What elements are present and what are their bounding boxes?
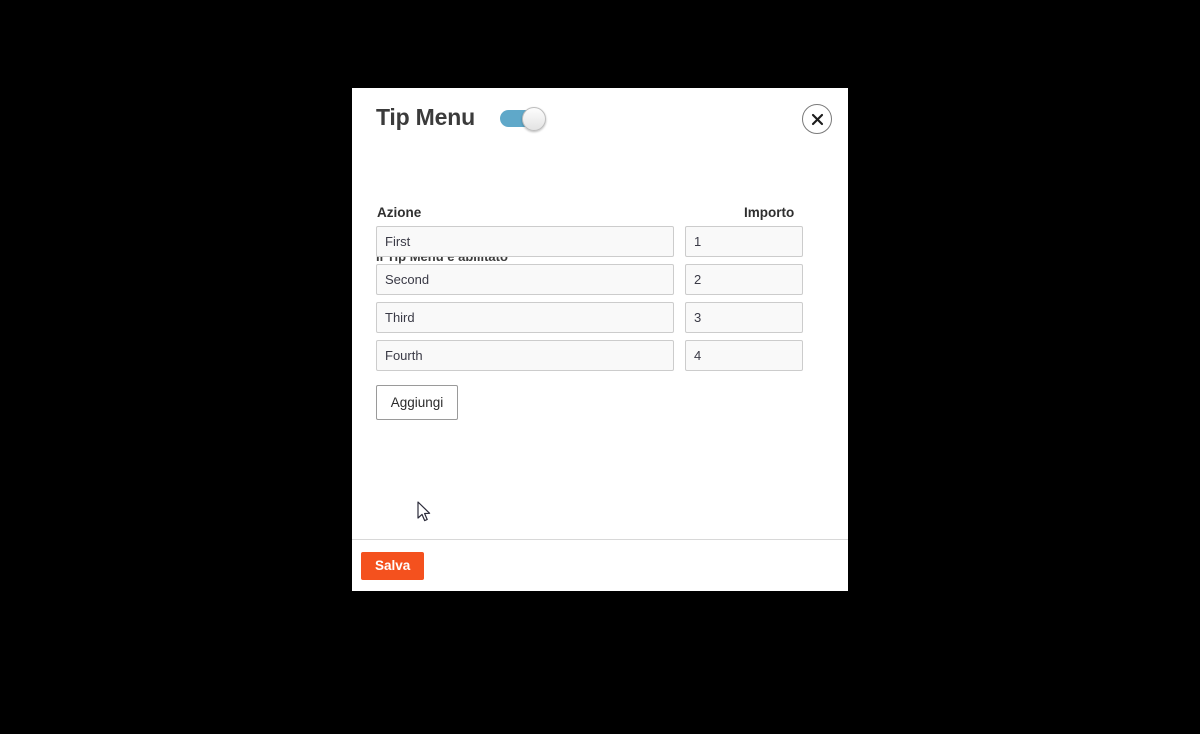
table-row bbox=[376, 302, 825, 333]
amount-input[interactable] bbox=[685, 264, 803, 295]
action-input[interactable] bbox=[376, 340, 674, 371]
cell-amount bbox=[685, 340, 803, 371]
cell-amount bbox=[685, 226, 803, 257]
tip-menu-toggle[interactable] bbox=[499, 106, 548, 131]
cell-amount bbox=[685, 302, 803, 333]
toggle-knob[interactable] bbox=[521, 106, 546, 131]
cell-action bbox=[376, 226, 674, 257]
amount-input[interactable] bbox=[685, 302, 803, 333]
table-header-row: Azione Importo bbox=[376, 205, 825, 220]
amount-input[interactable] bbox=[685, 340, 803, 371]
add-row-button[interactable]: Aggiungi bbox=[376, 385, 458, 420]
column-header-amount: Importo bbox=[744, 205, 795, 220]
action-input[interactable] bbox=[376, 264, 674, 295]
column-header-action: Azione bbox=[377, 205, 422, 220]
cell-action bbox=[376, 264, 674, 295]
close-icon bbox=[811, 113, 824, 126]
tip-actions-table: Azione Importo First 1 Second 2 Third 3 … bbox=[376, 205, 825, 420]
modal-body: Tip Menu Il Tip Menu è abilitato Azio bbox=[352, 88, 848, 539]
close-button[interactable] bbox=[802, 104, 832, 134]
modal-footer: Salva bbox=[352, 539, 848, 591]
screen-backdrop: Tip Menu Il Tip Menu è abilitato Azio bbox=[0, 0, 1200, 734]
amount-input[interactable] bbox=[685, 226, 803, 257]
modal-header: Tip Menu bbox=[376, 104, 548, 131]
tip-menu-modal: Tip Menu Il Tip Menu è abilitato Azio bbox=[352, 88, 848, 591]
cell-action bbox=[376, 302, 674, 333]
action-input[interactable] bbox=[376, 302, 674, 333]
table-row bbox=[376, 226, 825, 257]
cell-action bbox=[376, 340, 674, 371]
table-row bbox=[376, 264, 825, 295]
action-input[interactable] bbox=[376, 226, 674, 257]
table-row bbox=[376, 340, 825, 371]
cell-amount bbox=[685, 264, 803, 295]
page-title: Tip Menu bbox=[376, 104, 475, 130]
save-button[interactable]: Salva bbox=[361, 551, 425, 580]
